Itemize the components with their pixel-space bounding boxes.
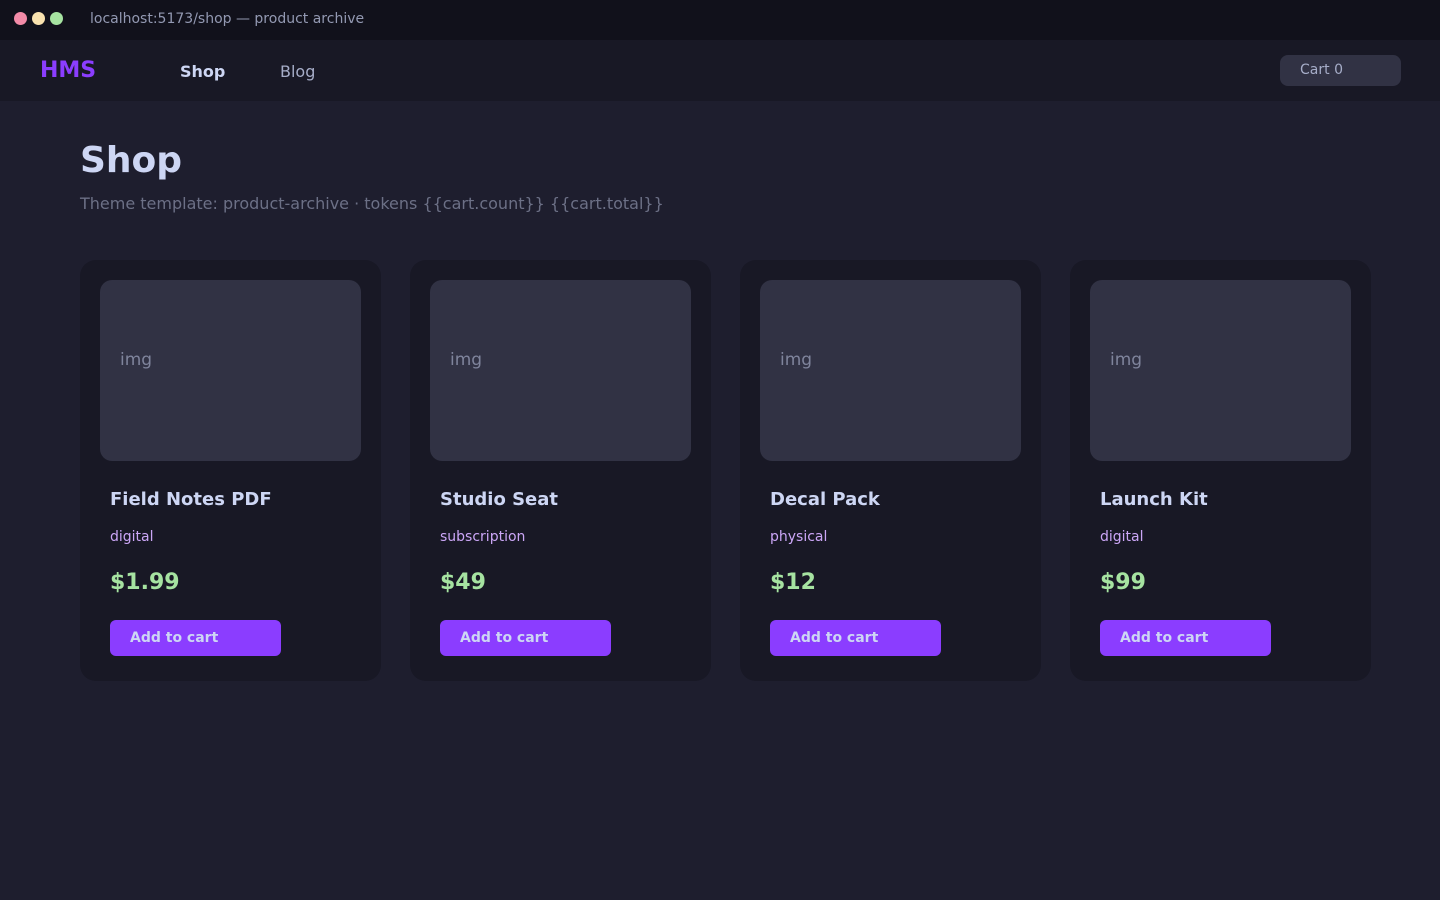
product-name[interactable]: Studio Seat: [440, 489, 558, 510]
brand-logo[interactable]: HMS: [40, 58, 96, 83]
image-placeholder-label: img: [450, 350, 483, 370]
product-price: $1.99: [110, 570, 180, 595]
add-to-cart-button[interactable]: Add to cart: [770, 620, 941, 656]
add-to-cart-button[interactable]: Add to cart: [440, 620, 611, 656]
product-card: img Launch Kit digital $99 Add to cart: [1070, 260, 1371, 681]
page-subtitle: Theme template: product-archive · tokens…: [80, 194, 664, 213]
product-image[interactable]: img: [760, 280, 1021, 461]
add-to-cart-button[interactable]: Add to cart: [110, 620, 281, 656]
cart-label: Cart: [1300, 62, 1330, 78]
product-price: $99: [1100, 570, 1146, 595]
product-name[interactable]: Launch Kit: [1100, 489, 1208, 510]
product-price: $12: [770, 570, 816, 595]
product-card: img Field Notes PDF digital $1.99 Add to…: [80, 260, 381, 681]
add-to-cart-button[interactable]: Add to cart: [1100, 620, 1271, 656]
product-image[interactable]: img: [430, 280, 691, 461]
window-url-title: localhost:5173/shop — product archive: [90, 11, 365, 27]
image-placeholder-label: img: [120, 350, 153, 370]
window-titlebar: localhost:5173/shop — product archive: [0, 0, 1440, 40]
product-card: img Decal Pack physical $12 Add to cart: [740, 260, 1041, 681]
product-type: physical: [770, 529, 828, 545]
image-placeholder-label: img: [1110, 350, 1143, 370]
product-name[interactable]: Field Notes PDF: [110, 489, 272, 510]
image-placeholder-label: img: [780, 350, 813, 370]
maximize-window-icon[interactable]: [50, 12, 63, 25]
minimize-window-icon[interactable]: [32, 12, 45, 25]
nav-link-blog[interactable]: Blog: [280, 62, 315, 81]
page-title: Shop: [80, 140, 183, 181]
product-type: subscription: [440, 529, 526, 545]
cart-button[interactable]: Cart 0: [1280, 55, 1401, 86]
product-type: digital: [110, 529, 154, 545]
product-image[interactable]: img: [1090, 280, 1351, 461]
product-type: digital: [1100, 529, 1144, 545]
product-name[interactable]: Decal Pack: [770, 489, 880, 510]
cart-count: 0: [1334, 62, 1343, 78]
close-window-icon[interactable]: [14, 12, 27, 25]
site-navbar: HMS Shop Blog Cart 0: [0, 40, 1440, 101]
product-card: img Studio Seat subscription $49 Add to …: [410, 260, 711, 681]
product-image[interactable]: img: [100, 280, 361, 461]
product-price: $49: [440, 570, 486, 595]
nav-link-shop[interactable]: Shop: [180, 62, 225, 81]
